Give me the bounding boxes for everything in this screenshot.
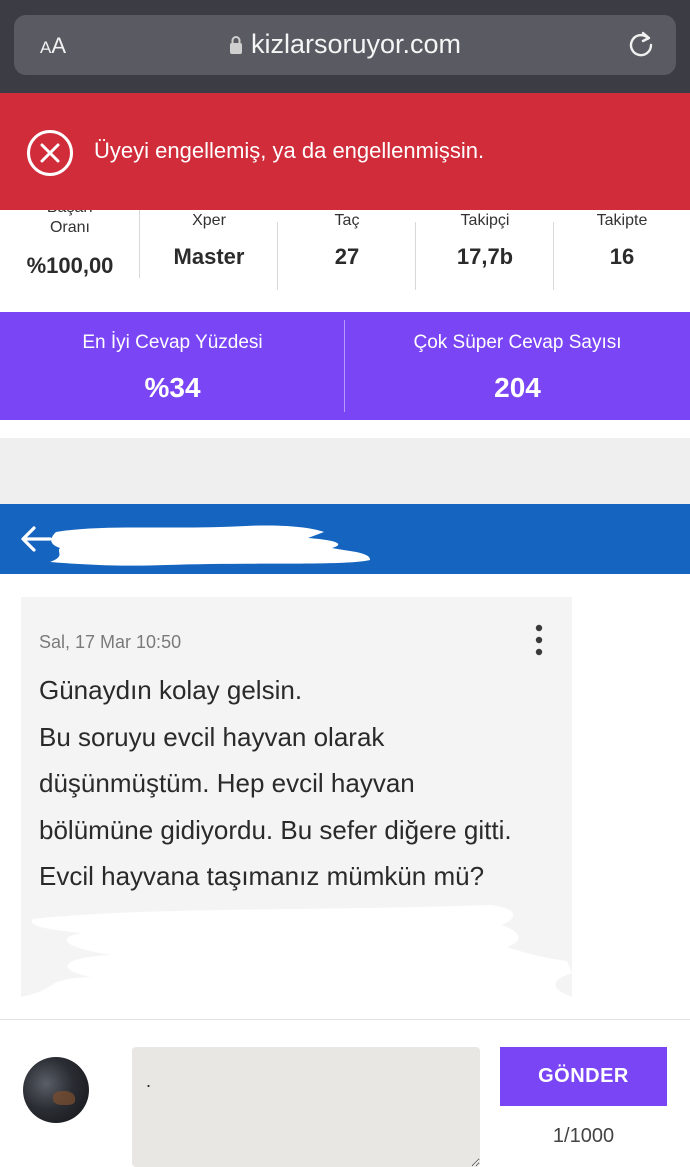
stat-label: Xper: [192, 212, 226, 229]
error-banner: Üyeyi engellemiş, ya da engellenmişsin.: [0, 93, 690, 210]
message-bubble: Sal, 17 Mar 10:50 Günaydın kolay gelsin.…: [21, 597, 572, 1017]
reply-composer: . GÖNDER 1/1000: [0, 1019, 690, 1167]
address-bar[interactable]: AA kizlarsoruyor.com: [14, 15, 676, 75]
redacted-username: [50, 525, 371, 566]
url-display[interactable]: kizlarsoruyor.com: [14, 29, 676, 62]
error-circle-x-icon: [26, 129, 74, 182]
highlight-value: 204: [494, 372, 541, 403]
more-vertical-icon[interactable]: [529, 623, 549, 662]
avatar: [23, 1057, 89, 1123]
stat-label: Taç: [334, 212, 360, 229]
message-line: bölümüne gidiyordu. Bu sefer diğere gitt…: [39, 814, 512, 845]
send-button[interactable]: GÖNDER: [500, 1047, 667, 1106]
stat-value: 16: [609, 244, 635, 269]
stat-followers[interactable]: Takipçi 17,7b: [416, 212, 554, 290]
profile-stats: Başarı Oranı %100,00 Xper Master Taç 27 …: [0, 210, 690, 310]
message-line: düşünmüştüm. Hep evcil hayvan: [39, 768, 415, 798]
stat-value: 27: [334, 244, 360, 269]
stat-label: Takipçi: [460, 212, 510, 229]
spacer-band: [0, 438, 690, 504]
url-text: kizlarsoruyor.com: [250, 29, 462, 59]
stat-crowns: Taç 27: [278, 212, 416, 290]
reload-icon[interactable]: [626, 29, 656, 64]
stat-success-rate: Başarı Oranı %100,00: [0, 210, 140, 278]
message-line: Bu soruyu evcil hayvan olarak: [39, 721, 385, 752]
stat-following[interactable]: Takipte 16: [554, 212, 690, 290]
lock-icon: [229, 31, 243, 62]
best-answer-percentage: En İyi Cevap Yüzdesi %34: [0, 312, 345, 420]
highlight-label: Çok Süper Cevap Sayısı: [413, 332, 622, 353]
browser-bar: AA kizlarsoruyor.com: [0, 0, 690, 93]
super-answer-count: Çok Süper Cevap Sayısı 204: [345, 312, 690, 420]
answer-highlights: En İyi Cevap Yüzdesi %34 Çok Süper Cevap…: [0, 312, 690, 420]
message-text: Günaydın kolay gelsin. Bu soruyu evcil h…: [39, 667, 564, 900]
stat-value: %100,00: [26, 253, 114, 278]
message-timestamp: Sal, 17 Mar 10:50: [39, 632, 182, 652]
stat-xper: Xper Master: [140, 212, 278, 290]
stat-value: 17,7b: [456, 244, 514, 269]
redacted-content: [21, 905, 572, 1017]
reply-input[interactable]: .: [132, 1047, 480, 1167]
error-message: Üyeyi engellemiş, ya da engellenmişsin.: [94, 138, 485, 163]
message-line: Evcil hayvana taşımanız mümkün mü?: [39, 861, 485, 891]
character-counter: 1/1000: [552, 1125, 615, 1147]
stat-value: Master: [173, 244, 245, 269]
message-line: Günaydın kolay gelsin.: [39, 675, 303, 705]
highlight-value: %34: [144, 372, 201, 403]
stat-label: Takipte: [596, 212, 648, 229]
stat-label: Başarı Oranı: [47, 210, 93, 236]
highlight-label: En İyi Cevap Yüzdesi: [82, 332, 263, 353]
